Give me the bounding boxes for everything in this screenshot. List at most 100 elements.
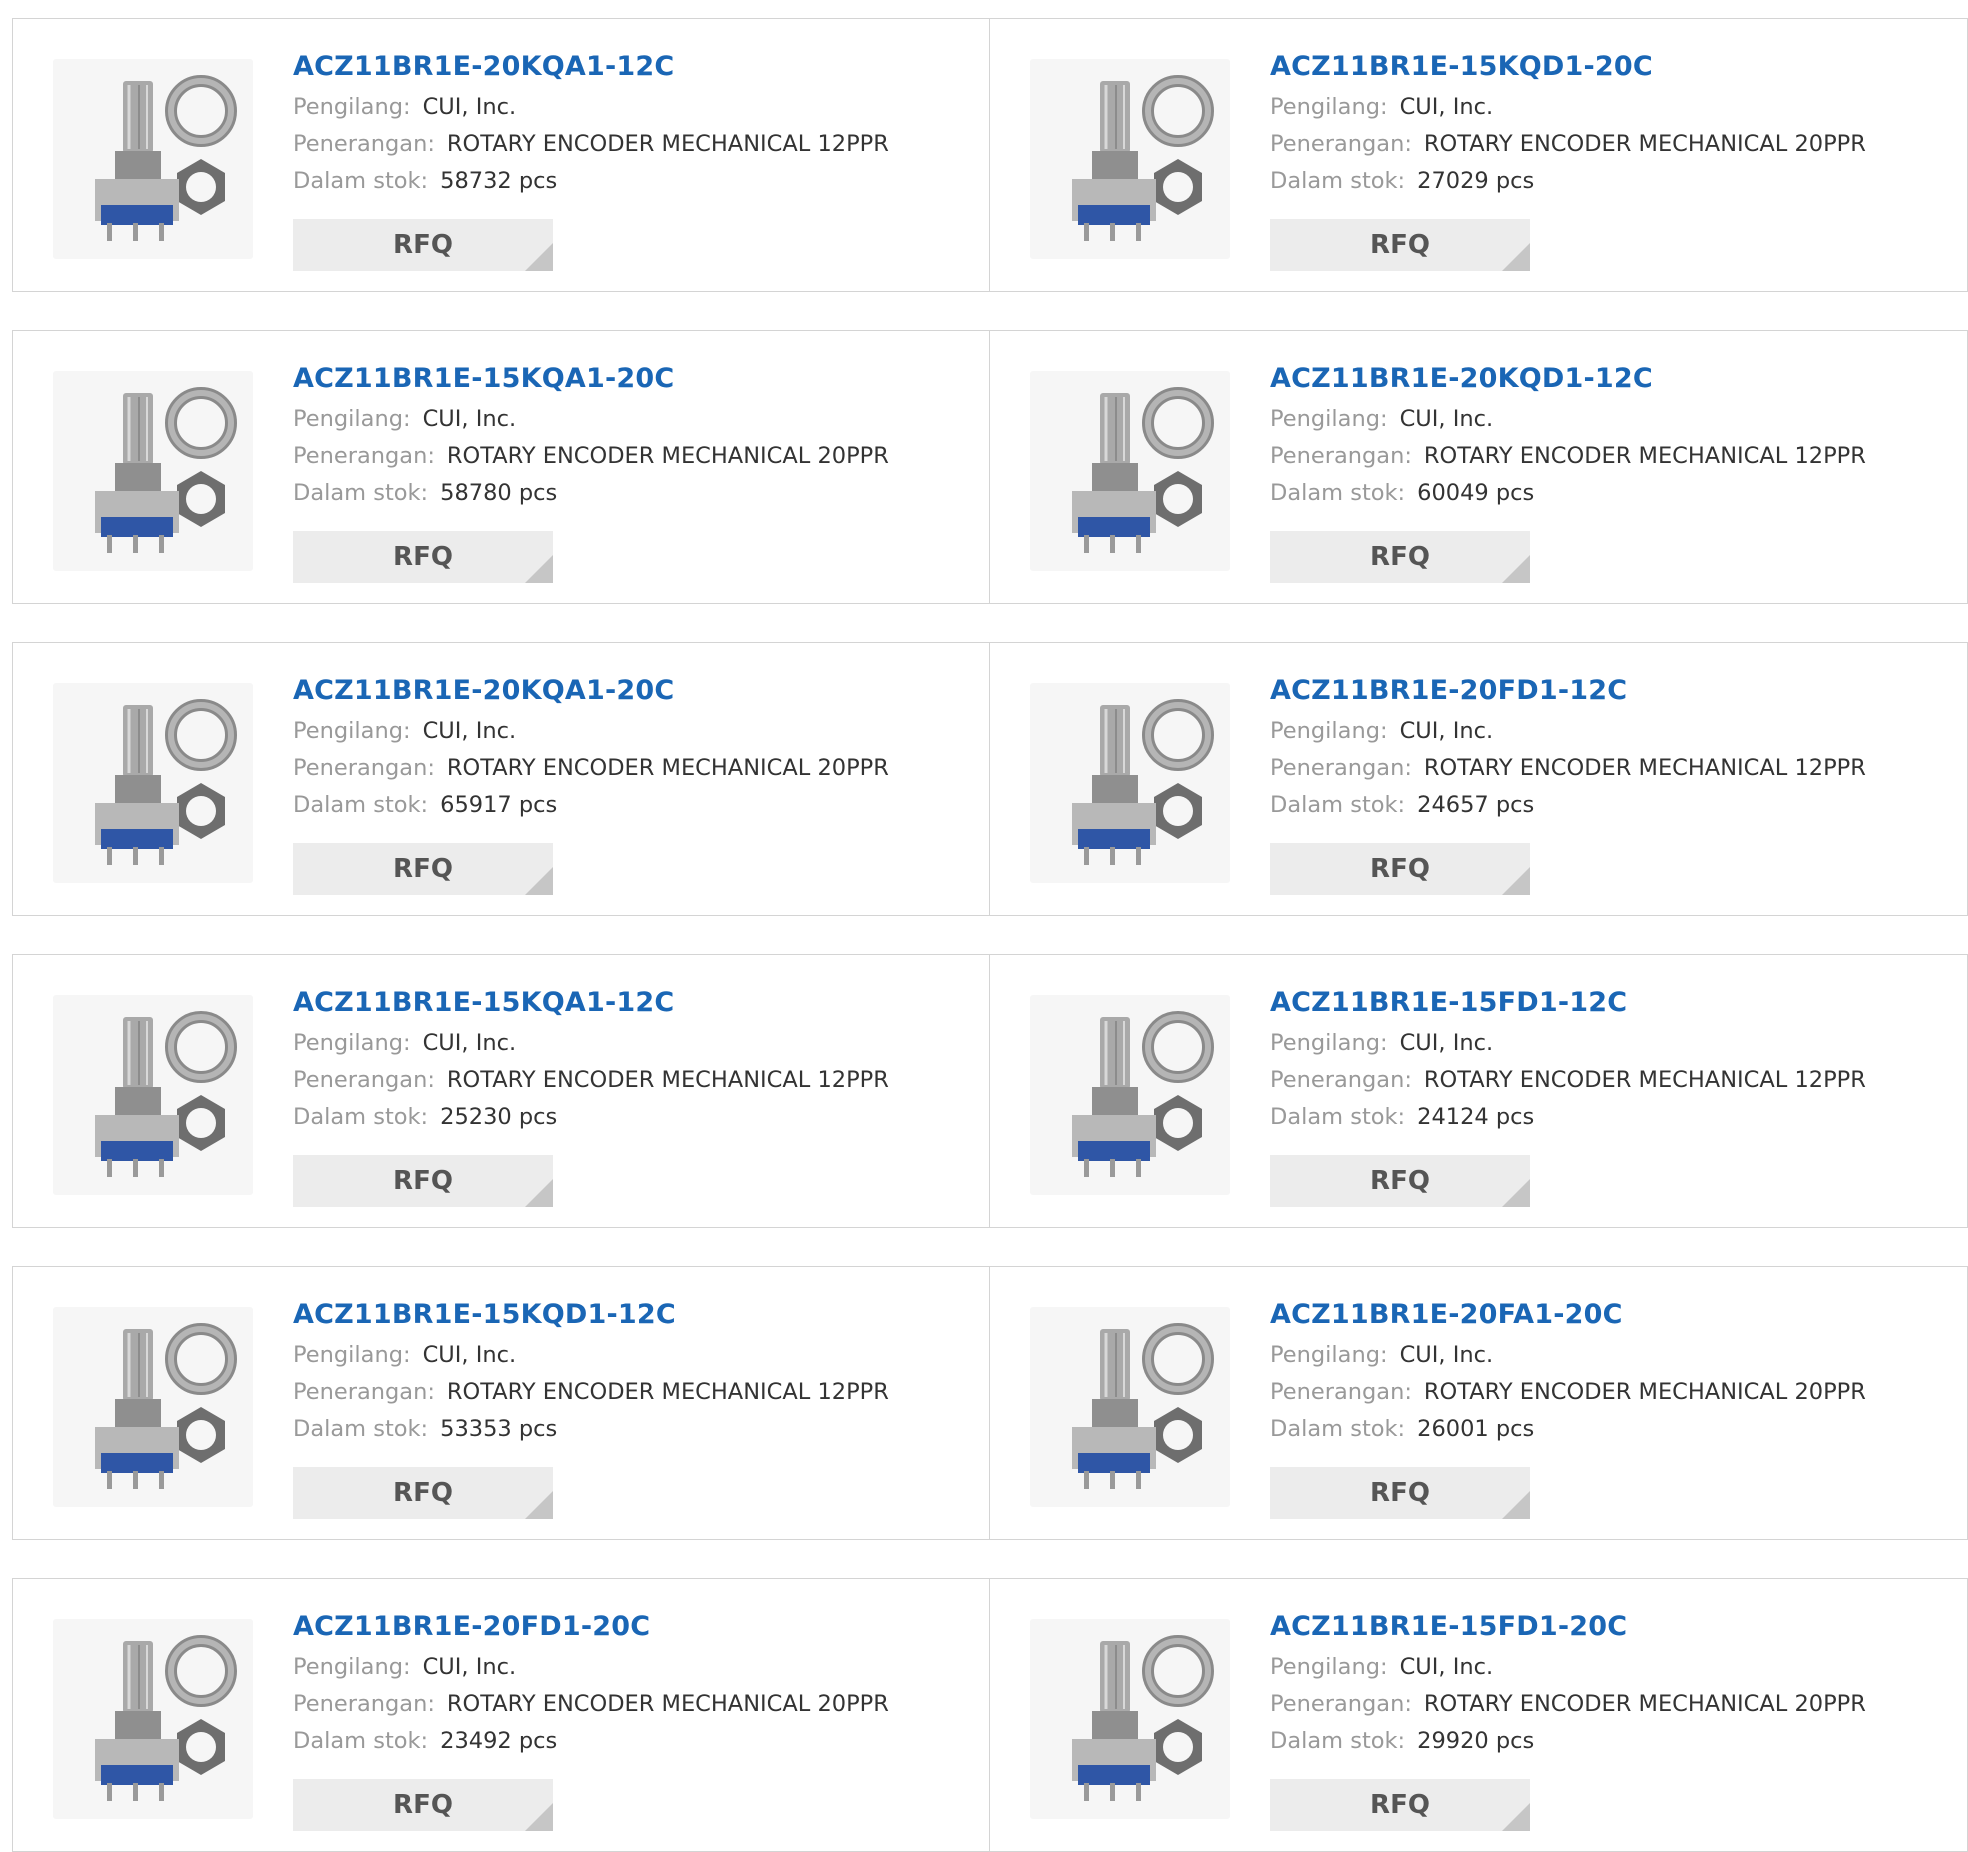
manufacturer-label: Pengilang: (1270, 718, 1388, 744)
product-image[interactable] (53, 1307, 253, 1507)
manufacturer-row: Pengilang: CUI, Inc. (293, 1025, 969, 1062)
manufacturer-value: CUI, Inc. (422, 406, 517, 432)
description-row: Penerangan: ROTARY ENCODER MECHANICAL 20P… (293, 1686, 969, 1723)
product-card: ACZ11BR1E-15FD1-12C Pengilang: CUI, Inc. … (990, 954, 1968, 1228)
rfq-label: RFQ (1370, 1790, 1430, 1820)
manufacturer-value: CUI, Inc. (1399, 1030, 1494, 1056)
product-image[interactable] (53, 371, 253, 571)
stock-value: 58780 pcs (440, 480, 558, 506)
description-value: ROTARY ENCODER MECHANICAL 12PPR (1423, 443, 1866, 469)
manufacturer-value: CUI, Inc. (1399, 1342, 1494, 1368)
rfq-button[interactable]: RFQ (293, 1467, 553, 1519)
rfq-button[interactable]: RFQ (293, 1779, 553, 1831)
rfq-button[interactable]: RFQ (1270, 219, 1530, 271)
manufacturer-row: Pengilang: CUI, Inc. (293, 401, 969, 438)
part-number-link[interactable]: ACZ11BR1E-15KQA1-20C (293, 361, 969, 397)
manufacturer-value: CUI, Inc. (422, 1342, 517, 1368)
product-image[interactable] (1030, 371, 1230, 571)
manufacturer-label: Pengilang: (1270, 1342, 1388, 1368)
rfq-label: RFQ (1370, 230, 1430, 260)
rfq-label: RFQ (1370, 542, 1430, 572)
stock-label: Dalam stok: (293, 168, 429, 194)
encoder-image (95, 699, 237, 865)
stock-row: Dalam stok: 27029 pcs (1270, 163, 1947, 200)
stock-row: Dalam stok: 24124 pcs (1270, 1099, 1947, 1136)
product-card: ACZ11BR1E-20FA1-20C Pengilang: CUI, Inc. … (990, 1266, 1968, 1540)
part-number-link[interactable]: ACZ11BR1E-20FD1-12C (1270, 673, 1947, 709)
stock-label: Dalam stok: (1270, 480, 1406, 506)
manufacturer-label: Pengilang: (1270, 1030, 1388, 1056)
part-number-link[interactable]: ACZ11BR1E-20KQD1-12C (1270, 361, 1947, 397)
rfq-button[interactable]: RFQ (293, 219, 553, 271)
rfq-button[interactable]: RFQ (293, 843, 553, 895)
product-image[interactable] (53, 1619, 253, 1819)
corner-triangle-icon (1502, 555, 1530, 583)
product-card: ACZ11BR1E-15KQA1-20C Pengilang: CUI, Inc.… (12, 330, 990, 604)
encoder-image (95, 1323, 237, 1489)
description-row: Penerangan: ROTARY ENCODER MECHANICAL 12P… (293, 1062, 969, 1099)
part-number-link[interactable]: ACZ11BR1E-15KQD1-20C (1270, 49, 1947, 85)
rfq-button[interactable]: RFQ (293, 1155, 553, 1207)
part-number-link[interactable]: ACZ11BR1E-15KQD1-12C (293, 1297, 969, 1333)
product-image[interactable] (1030, 1619, 1230, 1819)
description-row: Penerangan: ROTARY ENCODER MECHANICAL 12P… (293, 126, 969, 163)
part-number-link[interactable]: ACZ11BR1E-20KQA1-20C (293, 673, 969, 709)
product-image[interactable] (53, 995, 253, 1195)
rfq-button[interactable]: RFQ (1270, 1779, 1530, 1831)
part-number-link[interactable]: ACZ11BR1E-15KQA1-12C (293, 985, 969, 1021)
stock-label: Dalam stok: (1270, 1104, 1406, 1130)
manufacturer-label: Pengilang: (293, 1654, 411, 1680)
manufacturer-row: Pengilang: CUI, Inc. (1270, 1649, 1947, 1686)
encoder-image (1072, 387, 1214, 553)
part-number-link[interactable]: ACZ11BR1E-20KQA1-12C (293, 49, 969, 85)
rfq-button[interactable]: RFQ (1270, 1467, 1530, 1519)
stock-label: Dalam stok: (1270, 792, 1406, 818)
description-label: Penerangan: (293, 1379, 435, 1405)
description-value: ROTARY ENCODER MECHANICAL 12PPR (446, 131, 889, 157)
part-number-link[interactable]: ACZ11BR1E-20FD1-20C (293, 1609, 969, 1645)
stock-row: Dalam stok: 23492 pcs (293, 1723, 969, 1760)
part-number-link[interactable]: ACZ11BR1E-20FA1-20C (1270, 1297, 1947, 1333)
rfq-label: RFQ (393, 542, 453, 572)
product-image[interactable] (1030, 995, 1230, 1195)
encoder-image (1072, 1011, 1214, 1177)
description-row: Penerangan: ROTARY ENCODER MECHANICAL 12P… (1270, 750, 1947, 787)
rfq-label: RFQ (1370, 854, 1430, 884)
product-card: ACZ11BR1E-20KQA1-12C Pengilang: CUI, Inc.… (12, 18, 990, 292)
description-label: Penerangan: (293, 1691, 435, 1717)
manufacturer-row: Pengilang: CUI, Inc. (1270, 713, 1947, 750)
manufacturer-value: CUI, Inc. (1399, 94, 1494, 120)
description-row: Penerangan: ROTARY ENCODER MECHANICAL 12P… (293, 1374, 969, 1411)
manufacturer-label: Pengilang: (1270, 94, 1388, 120)
stock-value: 29920 pcs (1417, 1728, 1535, 1754)
stock-value: 24657 pcs (1417, 792, 1535, 818)
rfq-button[interactable]: RFQ (293, 531, 553, 583)
product-image[interactable] (1030, 683, 1230, 883)
corner-triangle-icon (1502, 1491, 1530, 1519)
product-image[interactable] (1030, 59, 1230, 259)
product-card: ACZ11BR1E-15FD1-20C Pengilang: CUI, Inc. … (990, 1578, 1968, 1852)
part-number-link[interactable]: ACZ11BR1E-15FD1-12C (1270, 985, 1947, 1021)
product-image[interactable] (1030, 1307, 1230, 1507)
rfq-button[interactable]: RFQ (1270, 1155, 1530, 1207)
rfq-button[interactable]: RFQ (1270, 843, 1530, 895)
description-row: Penerangan: ROTARY ENCODER MECHANICAL 12P… (1270, 1062, 1947, 1099)
corner-triangle-icon (1502, 867, 1530, 895)
manufacturer-value: CUI, Inc. (422, 718, 517, 744)
product-image[interactable] (53, 59, 253, 259)
part-number-link[interactable]: ACZ11BR1E-15FD1-20C (1270, 1609, 1947, 1645)
stock-label: Dalam stok: (293, 792, 429, 818)
encoder-image (1072, 75, 1214, 241)
encoder-image (95, 1635, 237, 1801)
rfq-button[interactable]: RFQ (1270, 531, 1530, 583)
manufacturer-label: Pengilang: (293, 1030, 411, 1056)
stock-value: 23492 pcs (440, 1728, 558, 1754)
description-label: Penerangan: (293, 755, 435, 781)
stock-value: 65917 pcs (440, 792, 558, 818)
stock-row: Dalam stok: 58732 pcs (293, 163, 969, 200)
manufacturer-row: Pengilang: CUI, Inc. (293, 713, 969, 750)
product-image[interactable] (53, 683, 253, 883)
manufacturer-label: Pengilang: (293, 718, 411, 744)
manufacturer-row: Pengilang: CUI, Inc. (293, 1649, 969, 1686)
description-label: Penerangan: (1270, 755, 1412, 781)
